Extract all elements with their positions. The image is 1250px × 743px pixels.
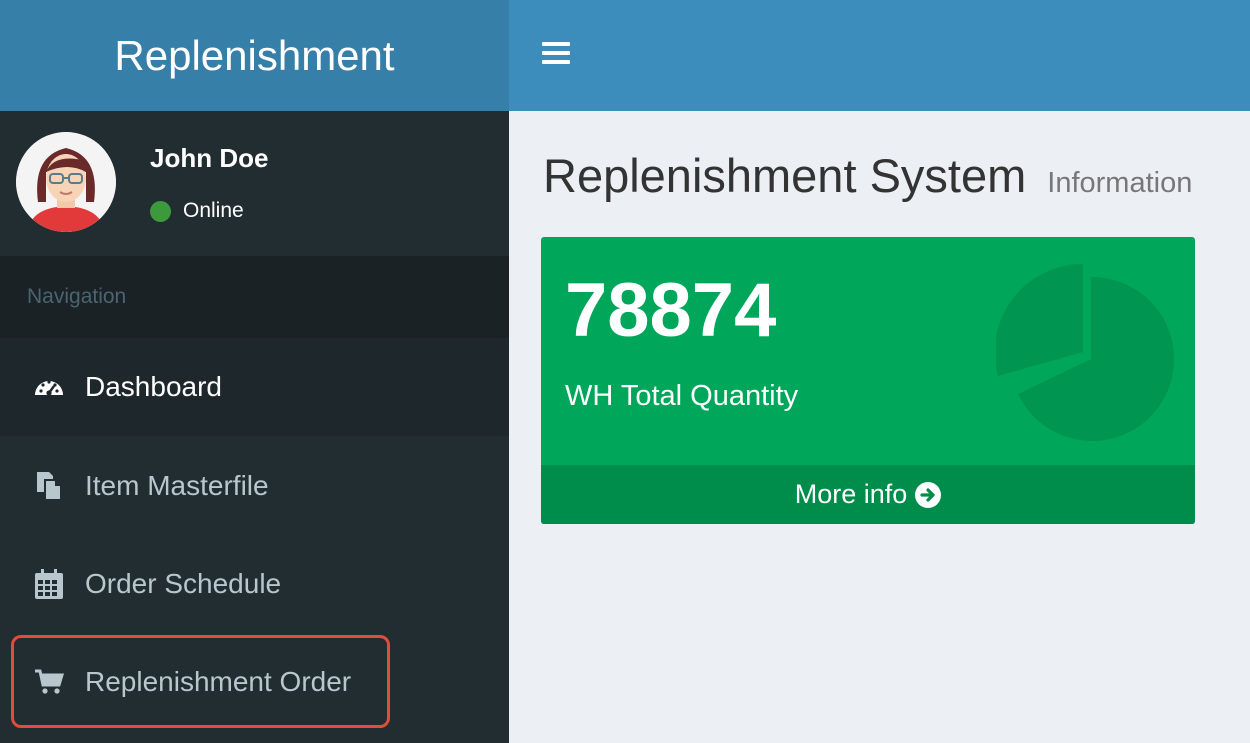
more-info-label: More info: [794, 479, 908, 509]
user-name: John Doe: [150, 143, 269, 173]
stat-box-wh-total-quantity: 78874 WH Total Quantity More info: [541, 237, 1195, 524]
calendar-icon: [32, 567, 66, 601]
pie-chart-icon: [994, 263, 1176, 444]
more-info-link[interactable]: More info: [541, 465, 1195, 524]
app-logo[interactable]: Replenishment: [0, 0, 509, 111]
avatar: [16, 132, 116, 232]
top-navbar: [509, 0, 1250, 111]
sidebar-item-label: Order Schedule: [85, 568, 282, 599]
sidebar-item-label: Replenishment Order: [85, 666, 352, 697]
sidebar-item-replenishment-order[interactable]: Replenishment Order: [0, 633, 509, 731]
dashboard-icon: [32, 370, 66, 404]
nav-header: Navigation: [0, 256, 509, 338]
page-title: Replenishment System Information: [543, 148, 1192, 203]
sidebar-item-item-masterfile[interactable]: Item Masterfile: [0, 437, 509, 535]
sidebar-item-dashboard[interactable]: Dashboard: [0, 338, 509, 436]
sidebar-toggle-icon[interactable]: [542, 42, 570, 66]
copy-icon: [32, 469, 66, 503]
stat-value: 78874: [565, 268, 777, 353]
user-status[interactable]: Online: [150, 199, 244, 223]
page-subtitle: Information: [1047, 167, 1193, 199]
arrow-circle-right-icon: [915, 481, 942, 508]
sidebar-item-label: Dashboard: [85, 371, 222, 402]
status-label: Online: [183, 199, 244, 222]
cart-icon: [32, 665, 66, 699]
page-title-text: Replenishment System: [543, 149, 1027, 202]
stat-label: WH Total Quantity: [565, 380, 799, 412]
app-title: Replenishment: [114, 31, 395, 79]
online-status-icon: [150, 200, 171, 222]
user-panel: John Doe Online: [0, 111, 509, 256]
sidebar-item-label: Item Masterfile: [85, 470, 269, 501]
sidebar-item-order-schedule[interactable]: Order Schedule: [0, 535, 509, 633]
